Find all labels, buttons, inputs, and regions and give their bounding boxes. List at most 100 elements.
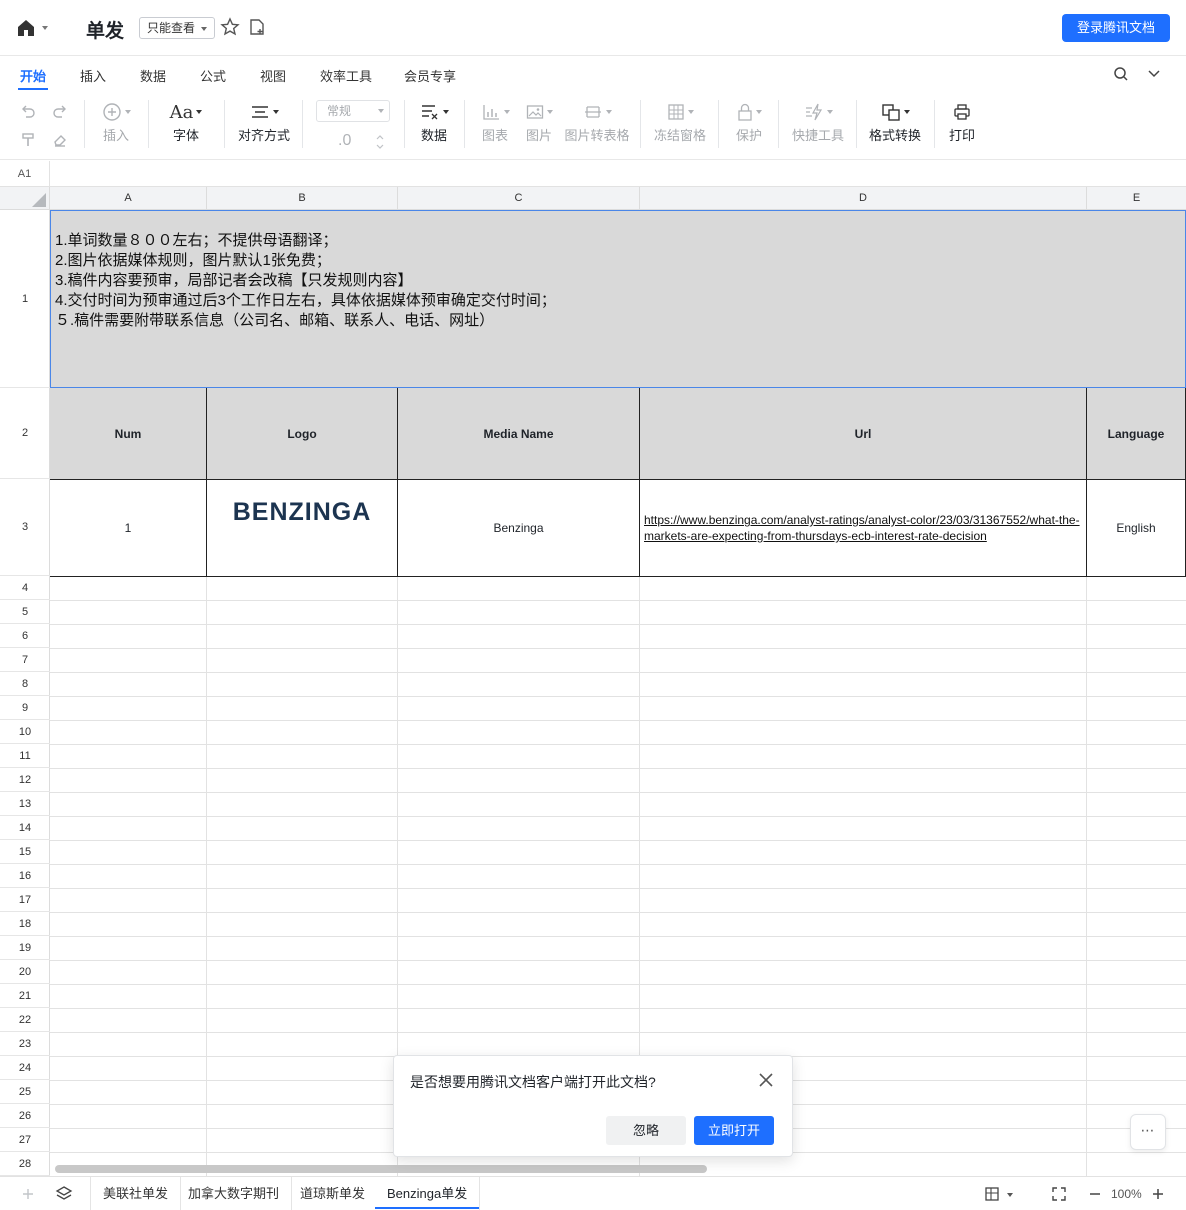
column-header-b[interactable]: B <box>207 187 398 210</box>
row-header[interactable]: 27 <box>0 1128 50 1152</box>
sheet-tab[interactable]: 加拿大数字期刊 <box>176 1177 293 1210</box>
row-header[interactable]: 24 <box>0 1056 50 1080</box>
more-options-button[interactable]: ⋯ <box>1130 1114 1166 1150</box>
protect-button[interactable]: 保护 <box>728 100 770 150</box>
row-header[interactable]: 13 <box>0 792 50 816</box>
column-header-a[interactable]: A <box>50 187 207 210</box>
tab-view[interactable]: 视图 <box>260 66 286 85</box>
chevron-down-icon[interactable] <box>1147 68 1161 80</box>
cell-logo[interactable]: BENZINGA <box>207 480 398 577</box>
row-header[interactable]: 17 <box>0 888 50 912</box>
add-sheet-icon[interactable] <box>20 1186 36 1202</box>
cell-url[interactable]: https://www.benzinga.com/analyst-ratings… <box>640 480 1087 577</box>
row-header[interactable]: 7 <box>0 648 50 672</box>
format-convert-button[interactable]: 格式转换 <box>866 100 924 150</box>
open-now-button[interactable]: 立即打开 <box>694 1116 774 1145</box>
row-header[interactable]: 5 <box>0 600 50 624</box>
row-header[interactable]: 19 <box>0 936 50 960</box>
select-all-corner[interactable] <box>0 187 50 210</box>
star-icon[interactable] <box>220 17 240 37</box>
row-header[interactable]: 4 <box>0 576 50 600</box>
cell-language[interactable]: English <box>1087 480 1186 577</box>
insert-button[interactable]: 插入 <box>94 100 138 150</box>
quick-tools-button[interactable]: 快捷工具 <box>790 100 846 150</box>
tab-start[interactable]: 开始 <box>17 66 49 90</box>
image-to-table-button[interactable]: 图片转表格 <box>564 100 630 150</box>
row-header[interactable]: 9 <box>0 696 50 720</box>
freeze-panes-button[interactable]: 冻结窗格 <box>652 100 708 150</box>
decimal-places[interactable]: .0 <box>338 132 351 150</box>
zoom-in-icon[interactable] <box>1152 1188 1164 1200</box>
row-header[interactable]: 11 <box>0 744 50 768</box>
row-header[interactable]: 8 <box>0 672 50 696</box>
row-header[interactable]: 3 <box>0 479 50 576</box>
login-button[interactable]: 登录腾讯文档 <box>1062 14 1170 42</box>
notes-cell[interactable]: 1.单词数量８００左右；不提供母语翻译； 2.图片依据媒体规则，图片默认1张免费… <box>50 210 1186 388</box>
ignore-button[interactable]: 忽略 <box>606 1116 686 1145</box>
format-painter-icon[interactable] <box>20 132 36 148</box>
header-num[interactable]: Num <box>50 388 207 480</box>
eraser-icon[interactable] <box>52 132 68 148</box>
fullscreen-icon[interactable] <box>1052 1187 1066 1201</box>
zoom-out-icon[interactable] <box>1089 1189 1101 1199</box>
row-header[interactable]: 15 <box>0 840 50 864</box>
url-link[interactable]: https://www.benzinga.com/analyst-ratings… <box>644 512 1082 544</box>
row-header[interactable]: 14 <box>0 816 50 840</box>
font-button[interactable]: Aa 字体 <box>160 100 212 150</box>
data-button[interactable]: 数据 <box>412 100 456 150</box>
cell-media-name[interactable]: Benzinga <box>398 480 640 577</box>
row-header[interactable]: 20 <box>0 960 50 984</box>
header-url[interactable]: Url <box>640 388 1087 480</box>
horizontal-scrollbar[interactable] <box>55 1165 707 1173</box>
add-to-folder-icon[interactable] <box>248 18 266 36</box>
row-header[interactable]: 26 <box>0 1104 50 1128</box>
redo-icon[interactable] <box>52 103 68 119</box>
row-header[interactable]: 6 <box>0 624 50 648</box>
tab-efficiency-tools[interactable]: 效率工具 <box>320 66 372 85</box>
tab-insert[interactable]: 插入 <box>80 66 106 85</box>
tab-member[interactable]: 会员专享 <box>404 66 456 85</box>
cell-grid[interactable]: 1.单词数量８００左右；不提供母语翻译； 2.图片依据媒体规则，图片默认1张免费… <box>50 210 1186 1176</box>
print-button[interactable]: 打印 <box>944 100 980 150</box>
column-header-e[interactable]: E <box>1087 187 1186 210</box>
home-button[interactable] <box>16 17 52 39</box>
cell-num[interactable]: 1 <box>50 480 207 577</box>
sheet-list-icon[interactable] <box>55 1185 73 1203</box>
row-header[interactable]: 18 <box>0 912 50 936</box>
row-header[interactable]: 28 <box>0 1152 50 1176</box>
row-header[interactable]: 16 <box>0 864 50 888</box>
align-center-icon <box>251 106 268 118</box>
search-icon[interactable] <box>1113 66 1129 82</box>
row-header[interactable]: 12 <box>0 768 50 792</box>
row-header[interactable]: 22 <box>0 1008 50 1032</box>
stepper-icon[interactable] <box>376 134 384 150</box>
row-header[interactable]: 21 <box>0 984 50 1008</box>
cell-reference[interactable]: A1 <box>0 161 50 187</box>
row-header[interactable]: 1 <box>0 210 50 388</box>
header-media-name[interactable]: Media Name <box>398 388 640 480</box>
sheet-tab[interactable]: 道琼斯单发 <box>288 1177 379 1210</box>
image-button[interactable]: 图片 <box>520 100 558 150</box>
sheet-tab[interactable]: 美联社单发 <box>90 1177 182 1210</box>
chart-button[interactable]: 图表 <box>474 100 516 150</box>
column-header-c[interactable]: C <box>398 187 640 210</box>
row-header[interactable]: 23 <box>0 1032 50 1056</box>
sheet-tab-active[interactable]: Benzinga单发 <box>375 1177 481 1210</box>
number-format-select[interactable]: 常规 <box>316 100 390 122</box>
tab-formula[interactable]: 公式 <box>200 66 226 85</box>
chevron-down-icon[interactable] <box>1007 1193 1013 1197</box>
align-button[interactable]: 对齐方式 <box>236 100 292 150</box>
formula-input[interactable] <box>51 161 1186 187</box>
row-header[interactable]: 2 <box>0 388 50 479</box>
header-logo[interactable]: Logo <box>207 388 398 480</box>
column-header-d[interactable]: D <box>640 187 1087 210</box>
view-layout-icon[interactable] <box>985 1187 999 1201</box>
undo-icon[interactable] <box>20 103 36 119</box>
row-header[interactable]: 25 <box>0 1080 50 1104</box>
row-header[interactable]: 10 <box>0 720 50 744</box>
header-language[interactable]: Language <box>1087 388 1186 480</box>
view-mode-dropdown[interactable]: 只能查看 <box>139 17 216 39</box>
chevron-down-icon <box>42 26 48 30</box>
close-icon[interactable] <box>758 1072 774 1088</box>
tab-data[interactable]: 数据 <box>140 66 166 85</box>
